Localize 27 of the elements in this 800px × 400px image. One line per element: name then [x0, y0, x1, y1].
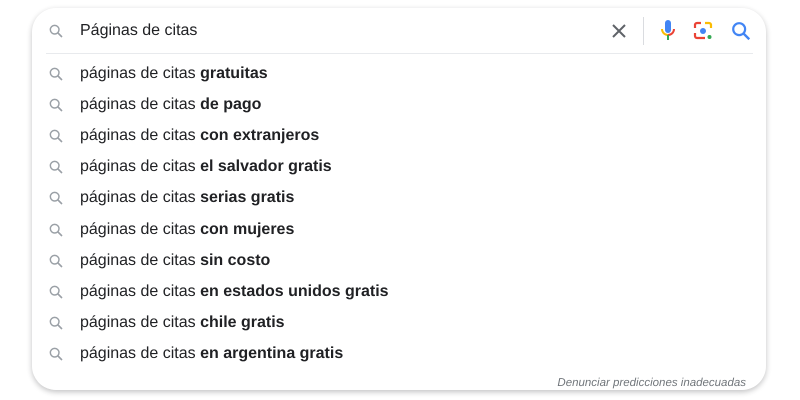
- search-icon: [48, 252, 64, 269]
- suggestion-item[interactable]: páginas de citas chile gratis: [80, 314, 285, 332]
- search-icon: [48, 159, 64, 176]
- microphone-icon[interactable]: [660, 18, 676, 42]
- search-icon: [48, 128, 64, 144]
- search-icon: [48, 22, 64, 38]
- search-field[interactable]: Páginas de citas: [80, 22, 611, 40]
- suggestion-item[interactable]: páginas de citas en argentina gratis: [80, 345, 344, 364]
- search-icon: [48, 190, 64, 206]
- suggestion-item[interactable]: páginas de citas de pago: [80, 96, 262, 114]
- suggestion-item[interactable]: páginas de citas con extranjeros: [80, 126, 320, 145]
- search-icon: [48, 66, 64, 82]
- suggestion-item[interactable]: páginas de citas serias gratis: [80, 189, 294, 208]
- report-link[interactable]: Denunciar predicciones inadecuadas: [557, 376, 746, 389]
- suggestion-item[interactable]: páginas de citas con mujeres: [80, 220, 294, 239]
- suggestion-item[interactable]: páginas de citas el salvador gratis: [80, 158, 332, 176]
- search-icon: [48, 315, 64, 332]
- close-icon[interactable]: [611, 22, 627, 38]
- camera-icon[interactable]: [692, 20, 714, 42]
- suggestion-item[interactable]: páginas de citas gratuitas: [80, 64, 268, 83]
- search-icon: [48, 96, 64, 113]
- search-icon: [48, 284, 64, 300]
- suggestion-item[interactable]: páginas de citas en estados unidos gratis: [80, 282, 389, 301]
- search-icon: [48, 346, 64, 362]
- search-icon: [48, 222, 64, 238]
- search-icon[interactable]: [730, 20, 752, 42]
- suggestion-item[interactable]: páginas de citas sin costo: [80, 252, 270, 270]
